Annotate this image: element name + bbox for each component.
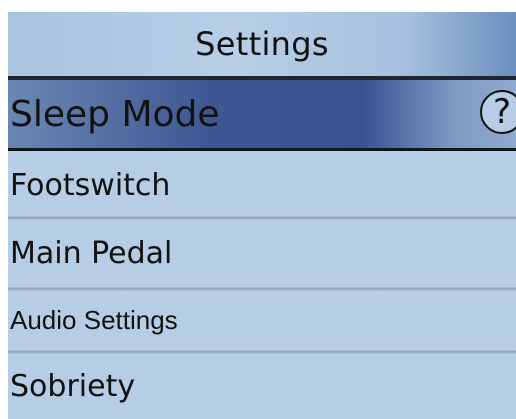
menu-item-sleep-mode[interactable]: Sleep Mode ? — [8, 80, 516, 151]
menu-item-main-pedal[interactable]: Main Pedal — [8, 220, 516, 286]
menu-item-label: Main Pedal — [10, 235, 173, 271]
page-title: Settings — [195, 25, 329, 63]
help-icon[interactable]: ? — [480, 90, 516, 134]
menu-item-label: Sleep Mode — [10, 93, 220, 135]
settings-screen: Settings Sleep Mode ? Footswitch Main Pe… — [8, 12, 516, 419]
menu-item-audio-settings[interactable]: Audio Settings — [8, 291, 516, 349]
menu-item-sobriety[interactable]: Sobriety — [8, 354, 516, 419]
menu-item-label: Sobriety — [10, 369, 136, 404]
menu-item-footswitch[interactable]: Footswitch — [8, 155, 516, 215]
title-bar: Settings — [8, 12, 516, 76]
menu-item-label: Audio Settings — [10, 304, 178, 335]
menu-item-label: Footswitch — [10, 167, 171, 203]
